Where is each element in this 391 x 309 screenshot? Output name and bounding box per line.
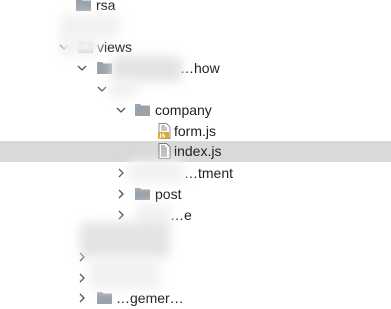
folder-icon: [135, 103, 150, 116]
tree-row-post[interactable]: post: [0, 184, 391, 205]
redaction-overlay: [90, 256, 160, 290]
tree-item-label: views: [97, 39, 133, 55]
tree-row-folder[interactable]: …gemer…: [0, 288, 391, 309]
tree-row-folder[interactable]: …tment: [0, 163, 391, 184]
js-file-icon: JS: [158, 123, 171, 139]
chevron-right-icon[interactable]: [76, 272, 88, 284]
tree-row-folder[interactable]: …how: [0, 58, 391, 79]
tree-item-label: index.js: [174, 143, 222, 159]
tree-item-label: post: [155, 186, 182, 202]
chevron-right-icon[interactable]: [115, 188, 127, 200]
tree-row-form-js[interactable]: JS form.js: [0, 121, 391, 142]
tree-row-index-js[interactable]: index.js: [0, 141, 391, 162]
tree-row-rsa[interactable]: rsa: [0, 0, 391, 16]
redaction-overlay: [60, 36, 100, 56]
tree-row-views[interactable]: views: [0, 37, 391, 58]
folder-icon: [135, 187, 150, 200]
folder-icon: [76, 0, 91, 11]
chevron-down-icon[interactable]: [96, 83, 108, 95]
tree-row-folder[interactable]: [0, 79, 391, 100]
tree-item-label: …tment: [184, 165, 234, 181]
tree-row-folder[interactable]: …e: [0, 205, 391, 226]
tree-row-folder[interactable]: [0, 268, 391, 289]
redaction-overlay: [60, 14, 120, 38]
tree-item-label: form.js: [174, 123, 216, 139]
tree-item-label: …e: [170, 207, 192, 223]
redaction-overlay: [80, 222, 170, 258]
tree-item-label: …gemer…: [116, 290, 184, 306]
file-explorer-tree: rsa views …how company JS form.js index.…: [0, 0, 391, 306]
tree-row-company[interactable]: company: [0, 100, 391, 121]
chevron-down-icon[interactable]: [76, 62, 88, 74]
tree-item-label: rsa: [96, 0, 116, 13]
folder-icon: [97, 61, 112, 74]
chevron-right-icon[interactable]: [115, 209, 127, 221]
tree-item-label: company: [155, 102, 212, 118]
chevron-right-icon[interactable]: [115, 167, 127, 179]
svg-text:JS: JS: [159, 134, 166, 140]
redaction-overlay: [108, 78, 138, 98]
redaction-overlay: [128, 160, 184, 184]
chevron-right-icon[interactable]: [76, 292, 88, 304]
chevron-down-icon[interactable]: [115, 104, 127, 116]
tree-item-label: …how: [180, 60, 220, 76]
tree-row-folder[interactable]: [0, 247, 391, 268]
js-file-icon: [158, 143, 171, 159]
